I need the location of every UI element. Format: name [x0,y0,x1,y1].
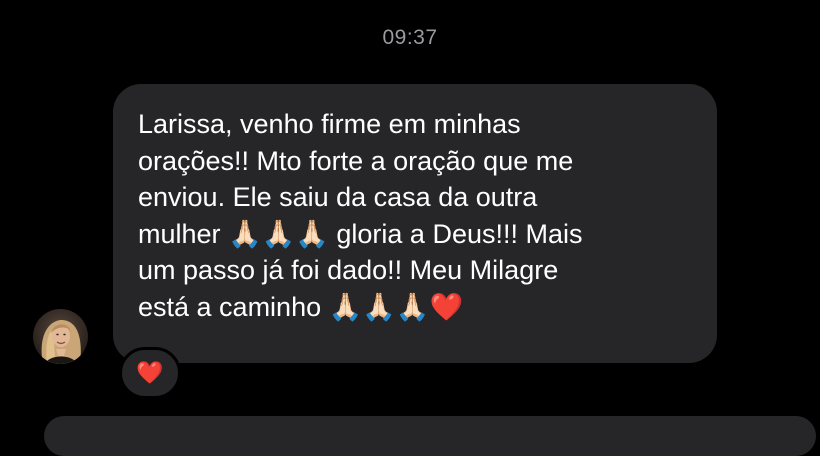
avatar-photo [33,309,88,364]
heart-icon: ❤️ [136,360,164,385]
incoming-message-bubble[interactable]: Larissa, venho firme em minhas orações!!… [113,84,717,363]
message-text: Larissa, venho firme em minhas orações!!… [138,109,583,322]
next-message-bubble[interactable] [44,416,816,456]
message-timestamp: 09:37 [382,26,438,49]
reaction-badge[interactable]: ❤️ [119,347,181,399]
sender-avatar[interactable] [33,309,88,364]
